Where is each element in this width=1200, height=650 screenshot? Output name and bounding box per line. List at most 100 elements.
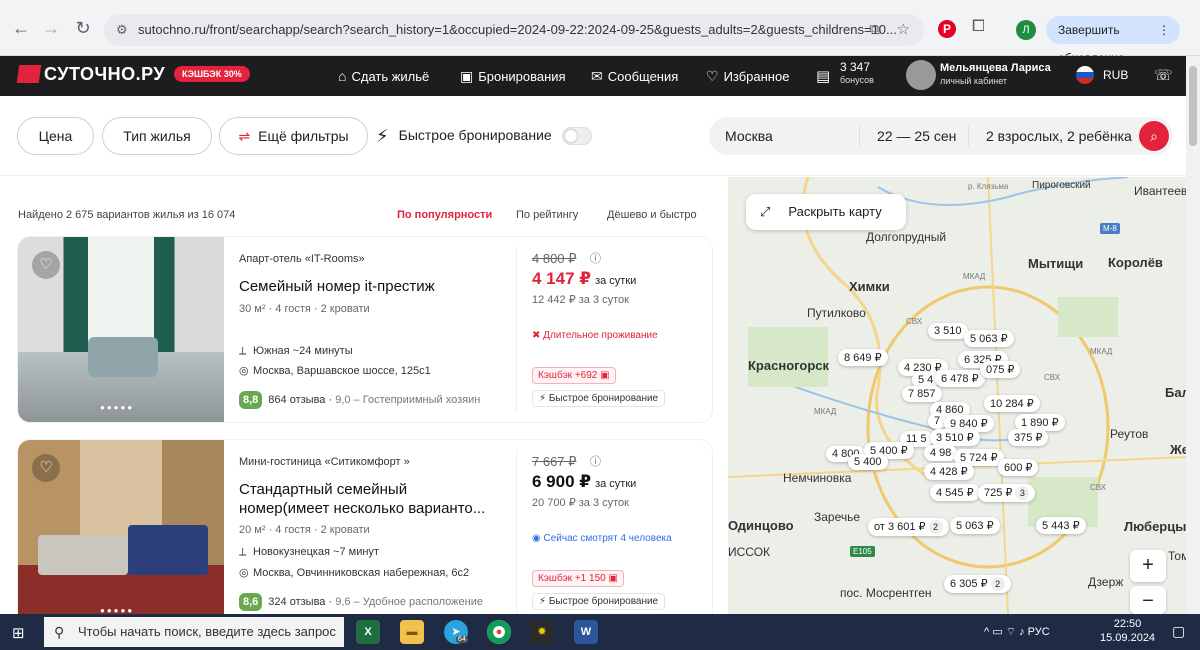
fast-booking-filter[interactable]: ⚡ Быстрое бронирование: [376, 126, 552, 147]
dates-field[interactable]: 22 — 25 сен: [877, 128, 956, 144]
excel-icon[interactable]: X: [356, 620, 380, 644]
listing-transit: ⟂ Новокузнецкая ~7 минут: [239, 546, 379, 559]
map-label: Же: [1170, 442, 1186, 457]
map-price-pin[interactable]: 4 545 ₽: [930, 484, 980, 501]
file-explorer-icon[interactable]: ▬: [400, 620, 424, 644]
nav-messages[interactable]: ✉ Сообщения: [591, 68, 678, 85]
listing-photo[interactable]: ♡ ●●●●●: [18, 440, 224, 614]
listing-title[interactable]: Стандартный семейный номер(имеет несколь…: [239, 480, 501, 518]
pinterest-extension-icon[interactable]: P: [938, 20, 956, 38]
map-price-pin[interactable]: от 3 601 ₽2: [868, 518, 949, 536]
results-map[interactable]: ⤢ Раскрыть карту Долгопрудный Химки Мытищ…: [728, 177, 1186, 614]
info-icon[interactable]: ⓘ: [590, 250, 601, 266]
map-price-pin[interactable]: 600 ₽: [998, 459, 1039, 476]
photo-pager-dots[interactable]: ●●●●●: [100, 403, 134, 412]
zoom-out-button[interactable]: −: [1130, 586, 1166, 614]
menu-dots-icon[interactable]: ⋮: [1158, 16, 1170, 44]
photo-sofa: [38, 535, 128, 575]
page-scrollbar[interactable]: [1186, 56, 1200, 614]
nav-favorites[interactable]: ♡ Избранное: [706, 68, 789, 85]
listing-rating[interactable]: 8,6 324 отзыва · 9,6 – Удобное расположен…: [239, 593, 483, 611]
currency-selector[interactable]: RUB: [1103, 68, 1128, 82]
profile-avatar[interactable]: Л: [1016, 20, 1036, 40]
system-tray[interactable]: ^ ▭ ⌔ ♪ РУС: [984, 625, 1050, 639]
fast-booking-tag: ⚡ Быстрое бронирование: [532, 390, 666, 407]
site-info-icon[interactable]: ⚙: [116, 14, 128, 46]
word-icon[interactable]: W: [574, 620, 598, 644]
map-price-pin[interactable]: 5 400: [848, 454, 888, 470]
browser-toolbar: ← → ↻ ⚙ sutochno.ru/front/searchapp/sear…: [0, 0, 1200, 65]
map-price-pin[interactable]: 5 063 ₽: [950, 517, 1000, 534]
map-price-pin[interactable]: 8 649 ₽: [838, 349, 888, 366]
zoom-in-button[interactable]: +: [1130, 550, 1166, 582]
heart-shield-icon: ♡: [706, 68, 719, 84]
user-account[interactable]: Мельянцева Лариса личный кабинет: [940, 62, 1051, 88]
map-price-pin[interactable]: 6 305 ₽2: [944, 575, 1011, 593]
listing-rating[interactable]: 8,8 864 отзыва · 9,0 – Гостеприимный хозя…: [239, 391, 480, 409]
taskbar-search[interactable]: ⚲ Чтобы начать поиск, введите здесь запро…: [44, 617, 344, 647]
map-price-pin[interactable]: 5 443 ₽: [1036, 517, 1086, 534]
listing-card[interactable]: ♡ ●●●●● Апарт-отель «IT-Rooms» Семейный …: [18, 237, 712, 422]
support-chat-icon[interactable]: ☏: [1154, 66, 1173, 84]
price-filter-button[interactable]: Цена: [17, 117, 94, 155]
update-button[interactable]: Завершить обновление ⋮: [1046, 16, 1180, 65]
notifications-icon[interactable]: ▢: [1172, 623, 1185, 640]
nav-rent-out[interactable]: ⌂ Сдать жильё: [338, 68, 429, 84]
map-price-pin[interactable]: 6 478 ₽: [935, 370, 985, 387]
map-background: [728, 177, 1186, 614]
more-filters-button[interactable]: ⇌ Ещё фильтры: [219, 117, 368, 155]
favorite-heart-icon[interactable]: ♡: [32, 454, 60, 482]
map-label: Королёв: [1108, 255, 1163, 270]
nav-bookings[interactable]: ▣ Бронирования: [460, 68, 566, 85]
map-price-pin[interactable]: 4 428 ₽: [924, 463, 974, 480]
user-avatar[interactable]: [906, 60, 936, 90]
site-logo[interactable]: СУТОЧНО.РУ: [16, 64, 165, 85]
cashback-badge[interactable]: КЭШБЭК 30%: [174, 66, 250, 82]
video-app-icon[interactable]: ✸: [530, 620, 554, 644]
housing-type-button[interactable]: Тип жилья: [102, 117, 212, 155]
city-field[interactable]: Москва: [725, 128, 773, 144]
install-app-icon[interactable]: ⧉: [869, 14, 880, 46]
map-price-pin[interactable]: 075 ₽: [980, 361, 1021, 378]
map-price-pin[interactable]: 10 284 ₽: [984, 395, 1040, 412]
chrome-icon[interactable]: ●: [487, 620, 511, 644]
fast-booking-toggle[interactable]: [562, 127, 592, 145]
map-price-pin[interactable]: 7 857: [902, 386, 942, 402]
chevron-up-icon[interactable]: ^: [984, 626, 989, 638]
favorite-heart-icon[interactable]: ♡: [32, 251, 60, 279]
map-price-pin[interactable]: 4 98: [924, 445, 958, 461]
photo-pager-dots[interactable]: ●●●●●: [100, 606, 134, 614]
listing-title[interactable]: Семейный номер it-престиж: [239, 277, 501, 296]
scrollbar-thumb[interactable]: [1189, 66, 1197, 146]
language-indicator[interactable]: РУС: [1028, 626, 1050, 638]
map-price-pin[interactable]: 375 ₽: [1008, 429, 1049, 446]
reviews-count: 864 отзыва: [268, 394, 326, 406]
listing-card[interactable]: ♡ ●●●●● Мини-гостиница «Ситикомфорт » Ст…: [18, 440, 712, 614]
sort-popular[interactable]: По популярности: [397, 209, 492, 221]
windows-start-icon[interactable]: ⊞: [12, 624, 25, 642]
sort-rating[interactable]: По рейтингу: [516, 209, 578, 221]
bookmark-star-icon[interactable]: ☆: [897, 14, 910, 46]
listing-photo[interactable]: ♡ ●●●●●: [18, 237, 224, 422]
extensions-icon[interactable]: ⧠: [972, 18, 985, 36]
clock[interactable]: 22:50 15.09.2024: [1100, 617, 1155, 645]
info-icon[interactable]: ⓘ: [590, 453, 601, 469]
address-bar[interactable]: ⚙ sutochno.ru/front/searchapp/search?sea…: [104, 14, 924, 46]
search-icon[interactable]: ⌕: [1139, 121, 1169, 151]
map-price-pin[interactable]: 3 510: [928, 323, 968, 339]
guests-field[interactable]: 2 взрослых, 2 ребёнка: [986, 128, 1132, 144]
price: 4 147 ₽ за сутки: [532, 269, 636, 289]
fast-booking-tag: ⚡ Быстрое бронирование: [532, 593, 666, 610]
map-price-pin[interactable]: 725 ₽3: [978, 484, 1036, 502]
russia-flag-icon[interactable]: [1076, 66, 1094, 84]
map-label: Долгопрудный: [866, 230, 947, 244]
map-price-pin[interactable]: 5 063 ₽: [964, 330, 1014, 347]
highway-badge: E105: [850, 546, 875, 557]
sort-cheap-fast[interactable]: Дёшево и быстро: [607, 209, 697, 221]
reload-icon[interactable]: ↻: [72, 18, 94, 39]
forward-icon[interactable]: →: [40, 18, 62, 39]
expand-map-button[interactable]: ⤢ Раскрыть карту: [746, 194, 906, 230]
back-icon[interactable]: ←: [10, 18, 32, 39]
map-price-pin[interactable]: 3 510 ₽: [930, 429, 980, 446]
bonus-balance[interactable]: 3 347 бонусов: [840, 61, 874, 86]
